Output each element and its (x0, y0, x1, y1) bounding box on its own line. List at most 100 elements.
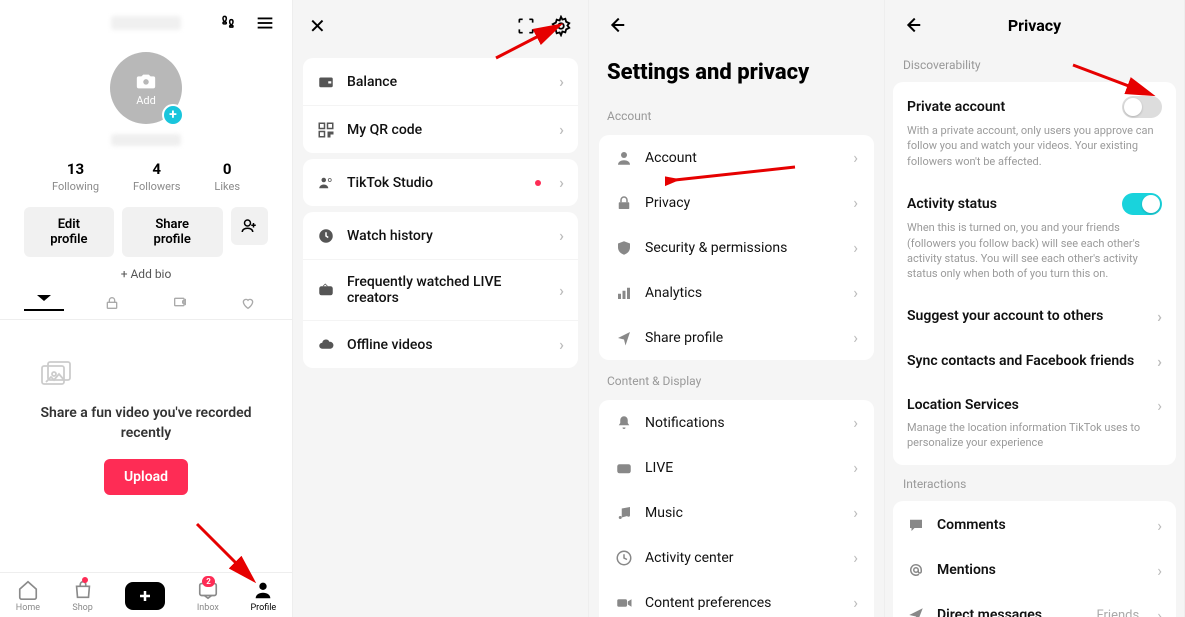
tab-videos[interactable] (24, 295, 64, 311)
row-balance[interactable]: Balance› (303, 58, 578, 106)
chevron-right-icon: › (853, 148, 858, 167)
nav-create[interactable] (125, 582, 165, 610)
scan-icon[interactable] (516, 16, 536, 36)
back-arrow-icon[interactable] (901, 14, 923, 36)
chevron-right-icon: › (853, 503, 858, 522)
share-profile-button[interactable]: Share profile (122, 207, 223, 257)
shop-dot-icon (82, 577, 88, 583)
music-icon (615, 504, 633, 522)
studio-icon (317, 174, 335, 192)
chart-icon (615, 284, 633, 302)
row-studio[interactable]: TikTok Studio› (303, 159, 578, 206)
row-content-pref[interactable]: Content preferences› (599, 580, 874, 617)
avatar[interactable]: Add + (110, 52, 182, 124)
wallet-icon (317, 73, 335, 91)
row-live[interactable]: LIVE› (599, 445, 874, 490)
qr-icon (317, 121, 335, 139)
activity-status-toggle[interactable] (1122, 193, 1162, 215)
private-account-toggle[interactable] (1122, 96, 1162, 118)
add-bio-link[interactable]: + Add bio (0, 267, 292, 281)
section-content-label: Content & Display (589, 366, 884, 394)
close-icon[interactable]: ✕ (309, 14, 326, 38)
avatar-add-label: Add (136, 94, 156, 107)
nav-home[interactable]: Home (16, 579, 40, 613)
chevron-right-icon: › (853, 283, 858, 302)
camera-icon (135, 70, 157, 92)
upload-button[interactable]: Upload (104, 459, 188, 495)
activity-icon (615, 549, 633, 567)
bottom-nav: Home Shop 2Inbox Profile (0, 572, 292, 617)
at-icon (907, 561, 925, 579)
nav-inbox[interactable]: 2Inbox (197, 579, 219, 613)
menu-header: ✕ (293, 0, 588, 52)
live-icon (615, 459, 633, 477)
chevron-right-icon: › (853, 548, 858, 567)
avatar-plus-icon[interactable]: + (162, 104, 184, 126)
shield-icon (615, 239, 633, 257)
inbox-badge: 2 (202, 576, 215, 587)
avatar-wrap: Add + (0, 52, 292, 124)
row-comments[interactable]: Comments› (893, 503, 1176, 548)
content-card: Notifications› LIVE› Music› Activity cen… (599, 400, 874, 617)
row-music[interactable]: Music› (599, 490, 874, 535)
row-account[interactable]: Account› (599, 135, 874, 180)
row-qr[interactable]: My QR code› (303, 106, 578, 153)
discover-card: Private account With a private account, … (893, 82, 1176, 465)
edit-profile-button[interactable]: Edit profile (24, 207, 114, 257)
tab-reposts[interactable] (160, 295, 200, 311)
row-mentions[interactable]: Mentions› (893, 548, 1176, 593)
chevron-right-icon: › (559, 72, 564, 91)
settings-header (589, 0, 884, 50)
stat-following[interactable]: 13Following (52, 160, 99, 193)
chevron-right-icon: › (853, 413, 858, 432)
chevron-right-icon: › (1157, 396, 1162, 415)
chevron-right-icon: › (1157, 307, 1162, 326)
profile-buttons: Edit profile Share profile (0, 207, 292, 257)
menu-icon[interactable] (254, 12, 276, 34)
person-icon (615, 149, 633, 167)
privacy-title: Privacy (1008, 16, 1061, 35)
row-offline[interactable]: Offline videos› (303, 321, 578, 368)
account-card: Account› Privacy› Security & permissions… (599, 135, 874, 360)
footsteps-icon[interactable] (218, 13, 238, 33)
tab-locked[interactable] (92, 295, 132, 311)
row-notifications[interactable]: Notifications› (599, 400, 874, 445)
chevron-right-icon: › (559, 173, 564, 192)
comment-icon (907, 516, 925, 534)
stats-row: 13Following 4Followers 0Likes (0, 160, 292, 193)
row-security[interactable]: Security & permissions› (599, 225, 874, 270)
nav-profile[interactable]: Profile (250, 579, 276, 613)
empty-state-text: Share a fun video you've recorded recent… (40, 404, 252, 443)
add-friends-button[interactable] (231, 207, 268, 245)
profile-panel: Add + 13Following 4Followers 0Likes Edit… (0, 0, 293, 617)
row-live-creators[interactable]: Frequently watched LIVE creators› (303, 260, 578, 321)
gear-icon[interactable] (550, 15, 572, 37)
stat-likes[interactable]: 0Likes (214, 160, 240, 193)
row-watch-history[interactable]: Watch history› (303, 212, 578, 260)
video-icon (615, 594, 633, 612)
profile-tabs (0, 295, 292, 320)
chevron-right-icon: › (853, 458, 858, 477)
back-arrow-icon[interactable] (605, 14, 627, 36)
row-activity-center[interactable]: Activity center› (599, 535, 874, 580)
share-icon (615, 329, 633, 347)
lock-icon (615, 194, 633, 212)
row-privacy[interactable]: Privacy› (599, 180, 874, 225)
nav-shop[interactable]: Shop (72, 579, 94, 613)
row-dm[interactable]: Direct messagesFriends› (893, 593, 1176, 617)
row-suggest[interactable]: Suggest your account to others› (893, 294, 1176, 339)
stat-followers[interactable]: 4Followers (133, 160, 180, 193)
row-share-profile[interactable]: Share profile› (599, 315, 874, 360)
profile-menu-panel: ✕ Balance› My QR code› TikTok Studio› Wa… (293, 0, 589, 617)
handle-blurred (111, 134, 181, 146)
row-location[interactable]: Location Services› Manage the location i… (893, 384, 1176, 463)
privacy-header: Privacy (885, 0, 1184, 50)
row-analytics[interactable]: Analytics› (599, 270, 874, 315)
menu-card-1: Balance› My QR code› (303, 58, 578, 153)
row-sync[interactable]: Sync contacts and Facebook friends› (893, 339, 1176, 384)
send-icon (907, 606, 925, 617)
chevron-right-icon: › (1157, 516, 1162, 535)
chevron-right-icon: › (853, 193, 858, 212)
tab-liked[interactable] (228, 295, 268, 311)
row-activity-status: Activity status When this is turned on, … (893, 181, 1176, 294)
